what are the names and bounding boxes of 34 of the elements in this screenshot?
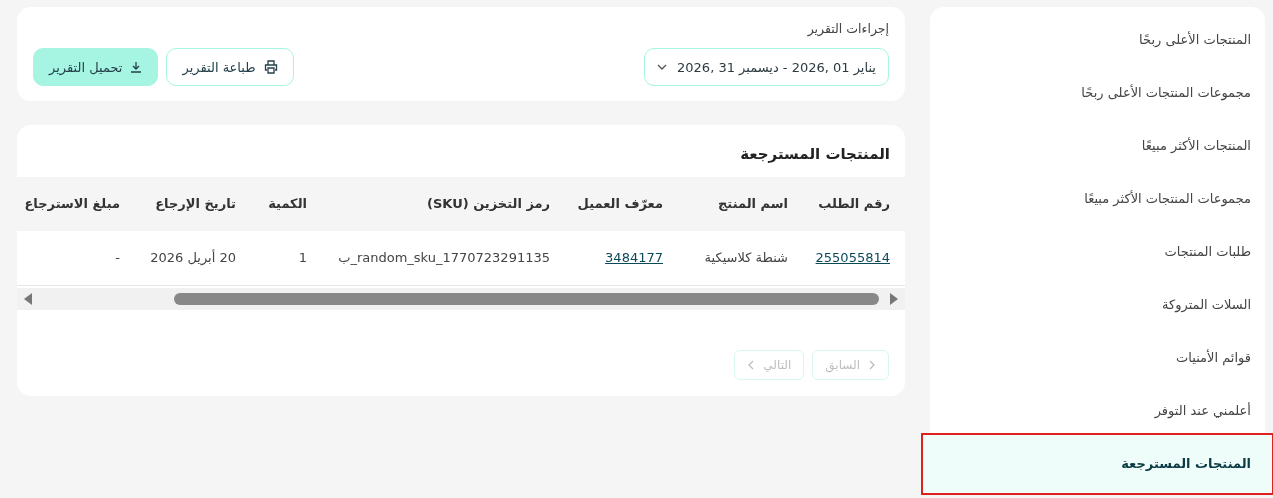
- column-header: مبلغ الاسترجاع: [17, 177, 135, 231]
- sidebar-item[interactable]: المنتجات المسترجعة: [923, 435, 1272, 493]
- table-cell: 1: [251, 231, 322, 286]
- sidebar-item[interactable]: أعلمني عند التوفر: [930, 384, 1265, 437]
- column-header: معرّف العميل: [565, 177, 678, 231]
- date-range-picker[interactable]: يناير 01 ,2026 - ديسمبر 31 ,2026: [644, 48, 889, 86]
- chevron-icon: [868, 360, 876, 370]
- download-icon: [130, 61, 143, 73]
- printer-icon: [263, 60, 278, 74]
- table-link[interactable]: 3484177: [605, 250, 663, 265]
- column-header: الكمية: [251, 177, 322, 231]
- sidebar-item[interactable]: المنتجات الأعلى ربحًا: [930, 13, 1265, 66]
- sidebar-item[interactable]: قوائم الأمنيات: [930, 331, 1265, 384]
- download-button[interactable]: تحميل التقرير: [33, 48, 159, 86]
- sidebar-item[interactable]: المنتجات الأكثر مبيعًا: [930, 119, 1265, 172]
- print-button[interactable]: طباعة التقرير: [166, 48, 294, 86]
- horizontal-scrollbar[interactable]: [17, 288, 905, 310]
- chevron-down-icon: [657, 64, 668, 70]
- table-cell: -: [17, 231, 135, 286]
- column-header: تاريخ الإرجاع: [135, 177, 251, 231]
- table-cell: random_sku_1770723291135_ب: [322, 231, 565, 286]
- chevron-icon: [747, 360, 756, 370]
- table-title: المنتجات المسترجعة: [739, 144, 891, 165]
- column-header: رقم الطلب: [803, 177, 905, 231]
- column-header: رمز التخزين (SKU): [322, 177, 565, 231]
- table-cell: 20 أبريل 2026: [135, 231, 251, 286]
- sidebar-item[interactable]: طلبات المنتجات: [930, 225, 1265, 278]
- sidebar-item[interactable]: مجموعات المنتجات الأعلى ربحًا: [930, 66, 1265, 119]
- sidebar-item[interactable]: السلات المتروكة: [930, 278, 1265, 331]
- table-cell: شنطة كلاسيكية: [678, 231, 803, 286]
- section-title: إجراءات التقرير: [806, 21, 889, 36]
- sidebar-item[interactable]: مجموعات المنتجات الأكثر مبيعًا: [930, 172, 1265, 225]
- column-header: اسم المنتج: [678, 177, 803, 231]
- table-link[interactable]: 255055814: [815, 250, 890, 265]
